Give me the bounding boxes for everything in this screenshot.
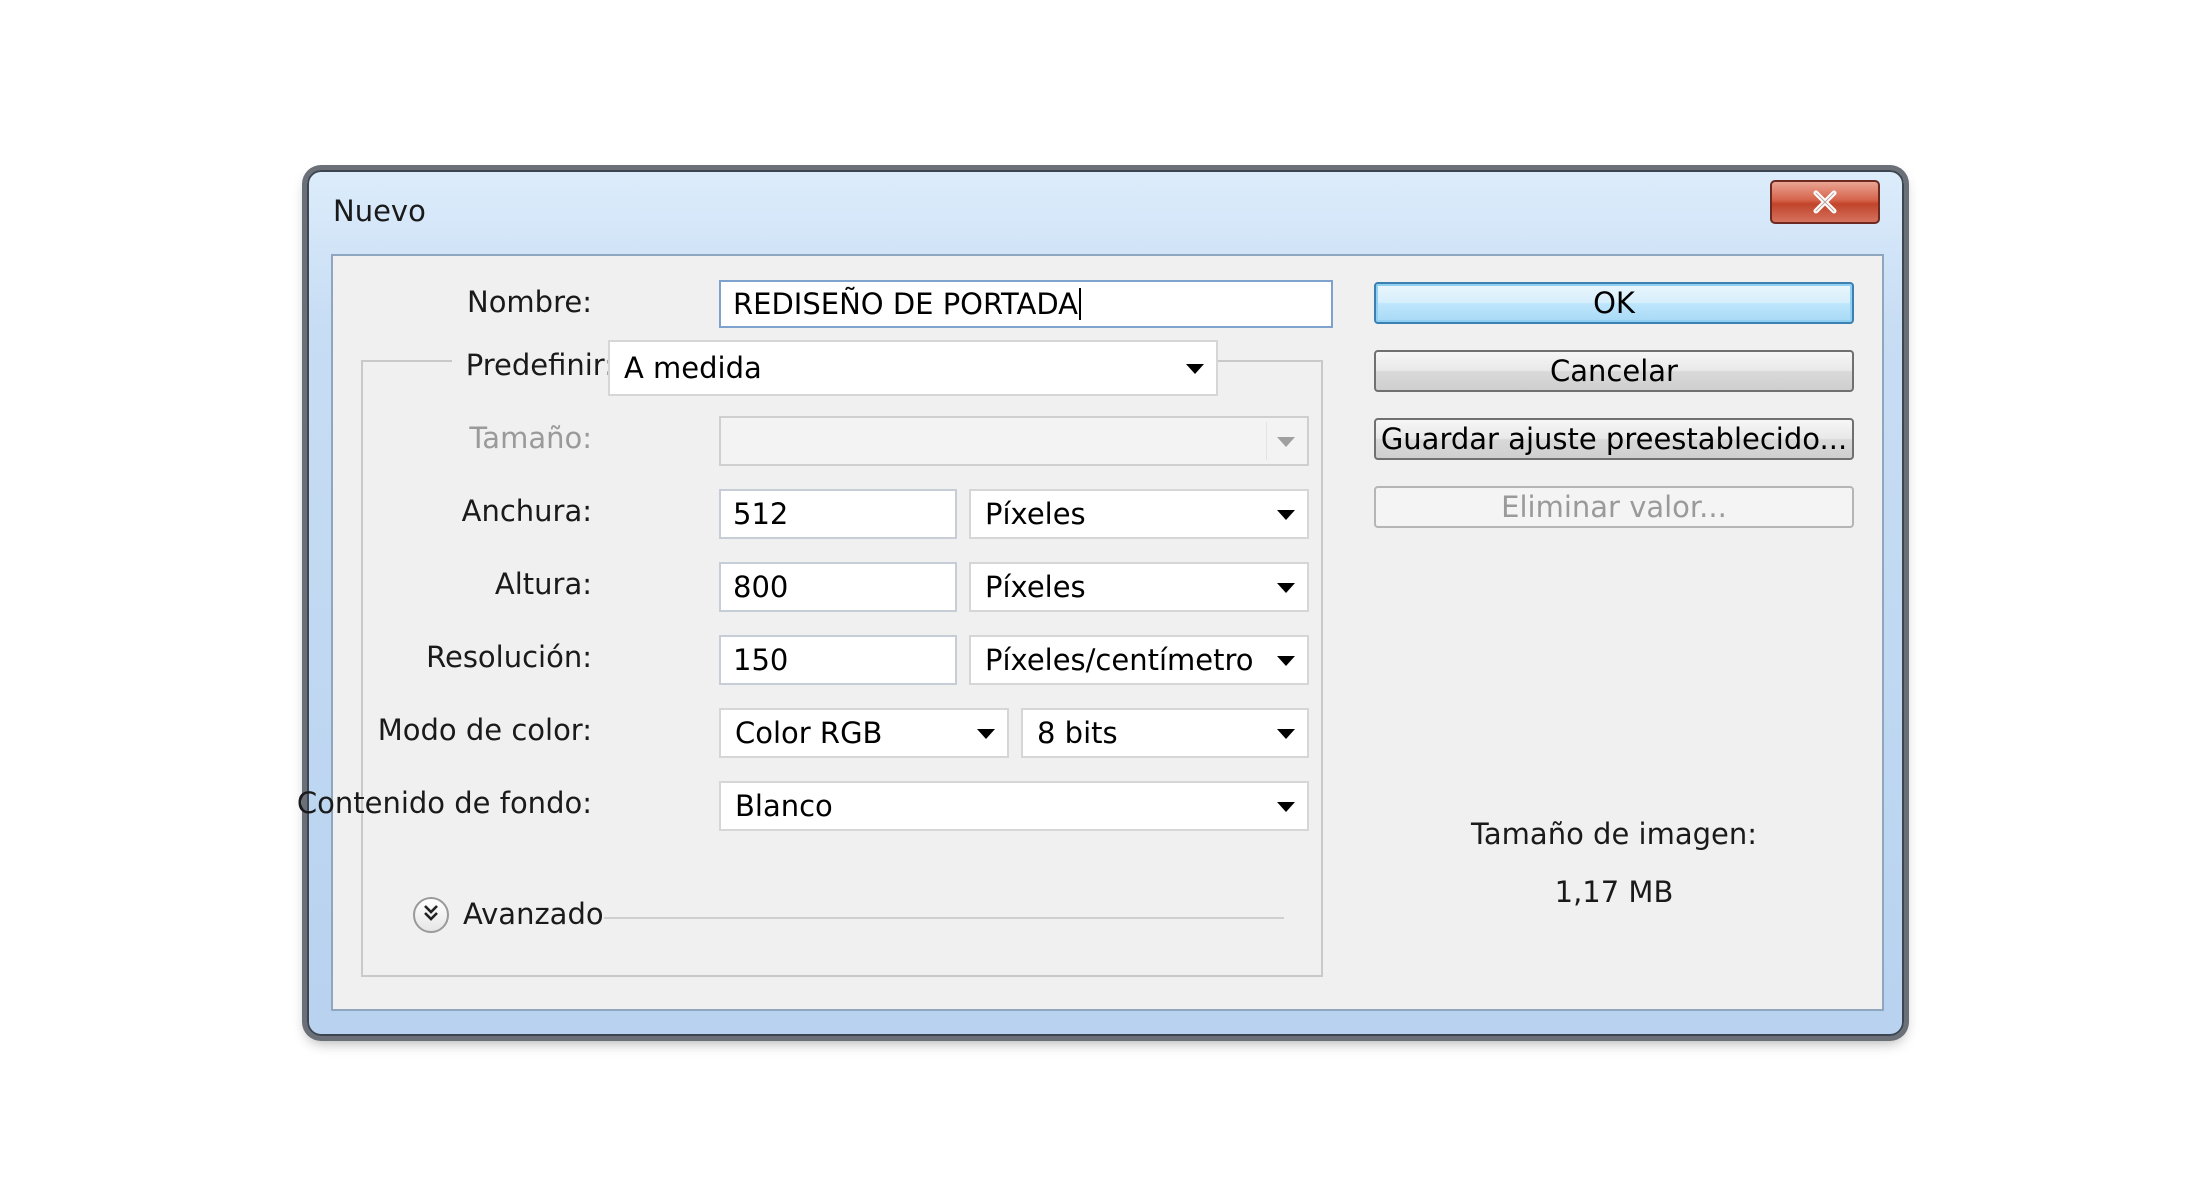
tamano-dropdown[interactable] (719, 416, 1309, 466)
text-caret (1079, 288, 1082, 320)
resolucion-unit-dropdown[interactable]: Píxeles/centímetro (969, 635, 1309, 685)
anchura-unit-value: Píxeles (985, 497, 1086, 531)
save-preset-button[interactable]: Guardar ajuste preestablecido... (1374, 418, 1854, 460)
tamano-label: Tamaño: (469, 421, 592, 455)
window-title: Nuevo (333, 194, 426, 228)
resolucion-label: Resolución: (426, 640, 592, 674)
nombre-value: REDISEÑO DE PORTADA (733, 287, 1079, 321)
close-button[interactable] (1770, 180, 1880, 224)
anchura-label: Anchura: (461, 494, 592, 528)
cancel-button[interactable]: Cancelar (1374, 350, 1854, 392)
altura-label: Altura: (494, 567, 592, 601)
chevron-down-icon (1277, 729, 1295, 739)
anchura-value: 512 (733, 497, 789, 531)
altura-unit-value: Píxeles (985, 570, 1086, 604)
double-chevron-down-icon (421, 903, 441, 927)
anchura-input[interactable]: 512 (719, 489, 957, 539)
avanzado-divider (604, 917, 1284, 919)
predefinir-value: A medida (624, 351, 762, 385)
chevron-down-icon (1186, 364, 1204, 374)
altura-input[interactable]: 800 (719, 562, 957, 612)
contenido-fondo-dropdown[interactable]: Blanco (719, 781, 1309, 831)
chevron-down-icon (1277, 802, 1295, 812)
chevron-down-icon (1277, 510, 1295, 520)
nombre-label: Nombre: (467, 285, 592, 319)
close-icon (1810, 189, 1840, 215)
chevron-down-icon (1277, 437, 1295, 447)
chevron-down-icon (1277, 656, 1295, 666)
dialog-body: Nombre: REDISEÑO DE PORTADA Predefinir: … (297, 254, 1884, 1011)
resolucion-unit-value: Píxeles/centímetro (985, 643, 1254, 677)
image-size-label: Tamaño de imagen: (1471, 817, 1757, 851)
contenido-fondo-value: Blanco (735, 789, 833, 823)
predefinir-dropdown[interactable]: A medida (608, 340, 1218, 396)
new-document-dialog: Nuevo Nombre: REDISEÑO DE PORTADA Predef… (297, 170, 1904, 1036)
modo-color-dropdown[interactable]: Color RGB (719, 708, 1009, 758)
chevron-down-icon (977, 729, 995, 739)
nombre-input[interactable]: REDISEÑO DE PORTADA (719, 280, 1333, 328)
anchura-unit-dropdown[interactable]: Píxeles (969, 489, 1309, 539)
altura-unit-dropdown[interactable]: Píxeles (969, 562, 1309, 612)
dropdown-separator (1266, 422, 1267, 460)
contenido-fondo-label: Contenido de fondo: (296, 786, 592, 820)
resolucion-input[interactable]: 150 (719, 635, 957, 685)
resolucion-value: 150 (733, 643, 789, 677)
ok-button[interactable]: OK (1374, 282, 1854, 324)
bit-depth-dropdown[interactable]: 8 bits (1021, 708, 1309, 758)
avanzado-toggle[interactable] (413, 897, 449, 933)
image-size-value: 1,17 MB (1554, 875, 1674, 909)
predefinir-label: Predefinir: (451, 348, 614, 382)
modo-color-value: Color RGB (735, 716, 883, 750)
bit-depth-value: 8 bits (1037, 716, 1118, 750)
avanzado-label[interactable]: Avanzado (463, 897, 604, 931)
altura-value: 800 (733, 570, 789, 604)
delete-preset-button[interactable]: Eliminar valor... (1374, 486, 1854, 528)
modo-color-label: Modo de color: (377, 713, 592, 747)
chevron-down-icon (1277, 583, 1295, 593)
